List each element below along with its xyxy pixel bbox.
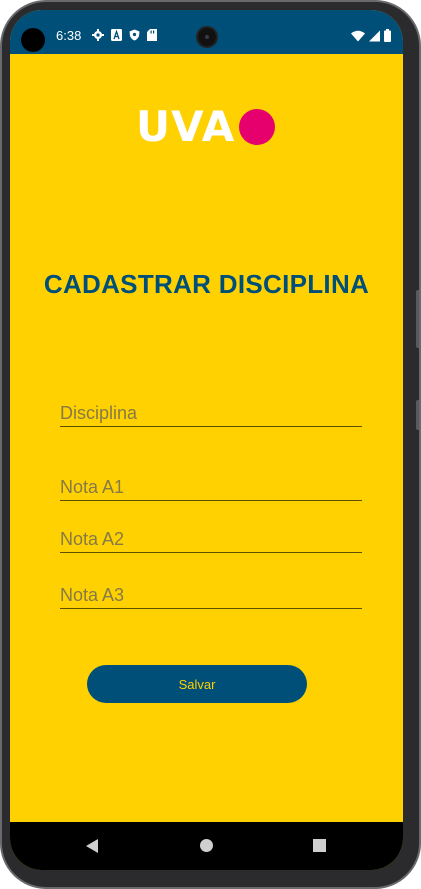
save-button[interactable]: Salvar	[87, 665, 307, 703]
signal-icon	[369, 29, 380, 47]
power-button	[416, 400, 419, 430]
gear-icon	[92, 29, 104, 41]
logo-dot	[239, 109, 276, 145]
center-camera	[196, 26, 218, 48]
app-screen: 6:38 UVA CADASTRAR DISCIPLINA Disciplina…	[10, 10, 403, 870]
status-time: 6:38	[56, 28, 82, 43]
a-badge-icon	[111, 29, 122, 41]
recents-icon[interactable]	[313, 839, 326, 852]
volume-button	[416, 290, 419, 348]
shield-icon	[129, 29, 140, 41]
wifi-icon	[351, 29, 365, 47]
nota-a1-field	[60, 474, 362, 501]
nota-a1-input[interactable]	[60, 474, 362, 500]
system-icons	[351, 29, 391, 47]
phone-frame: 6:38 UVA CADASTRAR DISCIPLINA Disciplina…	[0, 0, 421, 889]
nota-a3-field	[60, 582, 362, 609]
notification-icons	[92, 29, 157, 41]
disciplina-field	[60, 400, 362, 427]
home-icon[interactable]	[200, 839, 213, 852]
navigation-bar	[10, 822, 403, 870]
nota-a2-field	[60, 526, 362, 553]
status-bar: 6:38	[10, 10, 403, 54]
disciplina-input[interactable]	[60, 400, 362, 426]
nota-a2-input[interactable]	[60, 526, 362, 552]
nota-a3-input[interactable]	[60, 582, 362, 608]
battery-icon	[384, 29, 391, 47]
page-title: CADASTRAR DISCIPLINA	[43, 269, 370, 299]
uva-logo: UVA	[136, 102, 276, 151]
logo-text: UVA	[136, 102, 236, 151]
front-camera	[21, 28, 45, 52]
sd-card-icon	[147, 29, 157, 41]
back-icon[interactable]	[86, 839, 98, 853]
